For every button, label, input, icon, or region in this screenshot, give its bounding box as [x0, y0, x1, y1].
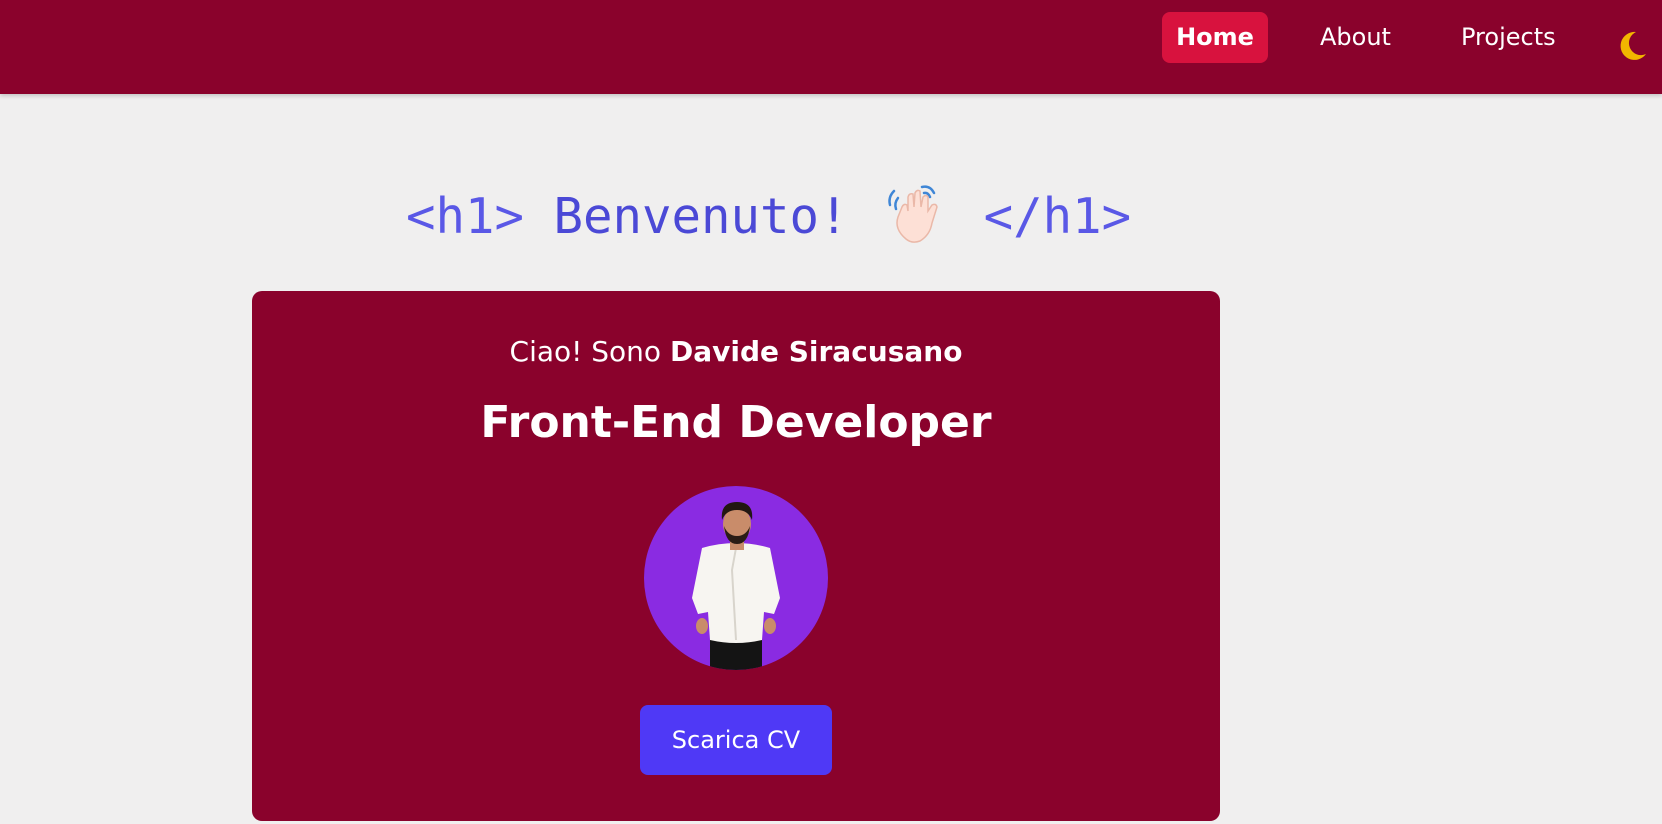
hero-card: Ciao! Sono Davide Siracusano Front-End D…: [252, 291, 1220, 821]
download-cv-button[interactable]: Scarica CV: [640, 705, 832, 775]
greeting-text: Ciao! Sono: [509, 335, 662, 368]
nav-projects-link[interactable]: Projects: [1461, 12, 1556, 63]
navbar: Home About Projects: [0, 0, 1662, 94]
waving-hand-icon: [888, 185, 938, 243]
role-title: Front-End Developer: [480, 397, 992, 448]
heading-close-tag: </h1>: [983, 188, 1132, 245]
avatar: [644, 486, 828, 670]
profile-photo: [692, 502, 780, 670]
heading-open-tag: <h1>: [406, 188, 525, 245]
page-heading: <h1> Benvenuto! </h1>: [406, 182, 1131, 252]
theme-toggle-button[interactable]: [1614, 28, 1650, 64]
intro-text: Ciao! Sono Davide Siracusano: [252, 335, 1220, 368]
nav-home-link[interactable]: Home: [1162, 12, 1268, 63]
nav-about-link[interactable]: About: [1320, 12, 1391, 63]
author-name: Davide Siracusano: [669, 335, 963, 368]
moon-icon: [1620, 31, 1646, 60]
heading-title: Benvenuto!: [553, 188, 849, 245]
